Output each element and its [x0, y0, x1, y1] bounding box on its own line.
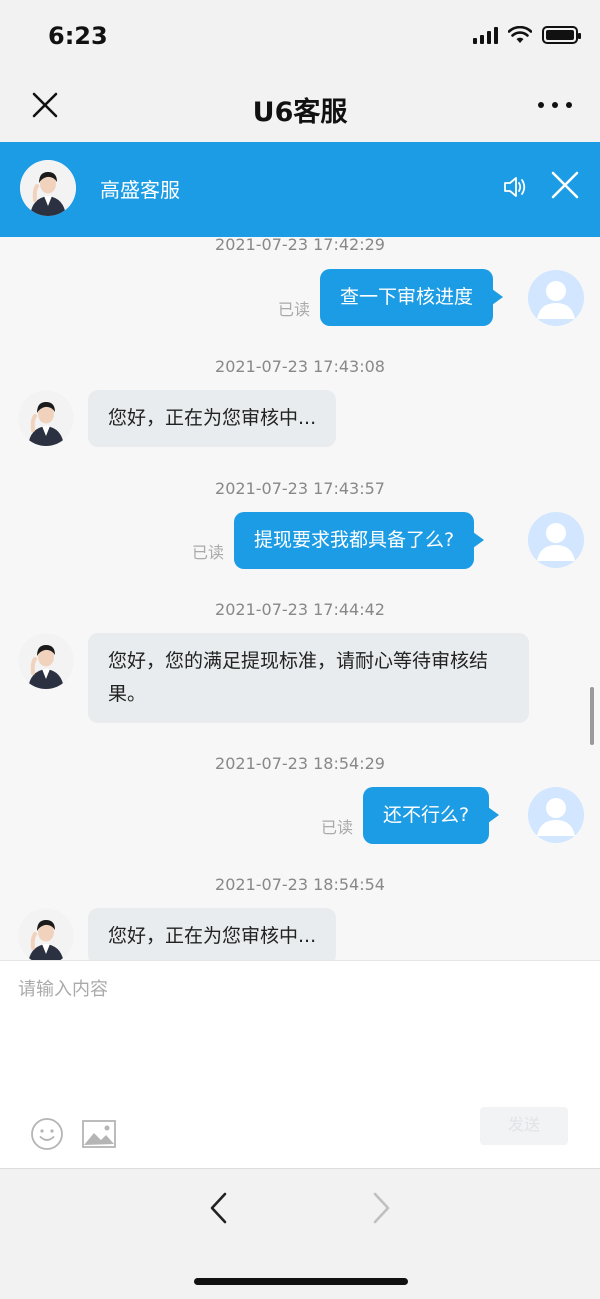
back-icon[interactable]	[204, 1191, 234, 1225]
home-indicator[interactable]	[194, 1278, 408, 1285]
user-avatar	[528, 787, 584, 843]
page-title: U6客服	[252, 97, 348, 128]
message-timestamp: 2021-07-23 17:44:42	[215, 600, 385, 619]
incoming-message: 您好，正在为您审核中...	[88, 908, 337, 960]
scrollbar[interactable]	[590, 687, 594, 745]
forward-icon[interactable]	[366, 1191, 396, 1225]
message-timestamp: 2021-07-23 17:42:29	[215, 237, 385, 254]
chat-messages[interactable]: 2021-07-23 17:42:29 已读 查一下审核进度 2021-07-2…	[0, 237, 600, 960]
outgoing-message: 还不行么?	[363, 787, 500, 844]
outgoing-message: 查一下审核进度	[320, 269, 504, 326]
more-icon[interactable]	[538, 88, 572, 122]
message-timestamp: 2021-07-23 17:43:08	[215, 357, 385, 376]
browser-toolbar	[0, 1168, 600, 1299]
nav-bar: U6客服	[0, 70, 600, 142]
message-timestamp: 2021-07-23 18:54:54	[215, 875, 385, 894]
send-button[interactable]: 发送	[480, 1107, 568, 1145]
agent-avatar	[20, 160, 76, 216]
message-timestamp: 2021-07-23 18:54:29	[215, 754, 385, 773]
incoming-message: 您好，正在为您审核中...	[88, 390, 337, 447]
status-bar: 6:23	[0, 0, 600, 70]
battery-icon	[542, 26, 581, 44]
speaker-icon[interactable]	[502, 172, 528, 202]
agent-avatar	[18, 908, 74, 960]
read-status: 已读	[278, 300, 311, 319]
status-icons	[473, 26, 581, 44]
input-area: 发送	[0, 960, 600, 1168]
message-timestamp: 2021-07-23 17:43:57	[215, 479, 385, 498]
wifi-icon	[508, 26, 532, 43]
user-avatar	[528, 270, 584, 326]
message-input[interactable]	[18, 975, 578, 1095]
status-time: 6:23	[48, 22, 108, 50]
outgoing-message: 提现要求我都具备了么?	[234, 512, 485, 569]
read-status: 已读	[192, 543, 225, 562]
agent-name: 高盛客服	[100, 178, 180, 202]
agent-header: 高盛客服	[0, 142, 600, 237]
agent-avatar	[18, 633, 74, 689]
emoji-icon[interactable]	[30, 1117, 64, 1151]
user-avatar	[528, 512, 584, 568]
read-status: 已读	[321, 818, 354, 837]
image-icon[interactable]	[82, 1119, 116, 1149]
agent-avatar	[18, 390, 74, 446]
close-icon[interactable]	[550, 170, 580, 200]
incoming-message: 您好，您的满足提现标准，请耐心等待审核结果。	[88, 633, 529, 723]
signal-icon	[473, 26, 498, 44]
